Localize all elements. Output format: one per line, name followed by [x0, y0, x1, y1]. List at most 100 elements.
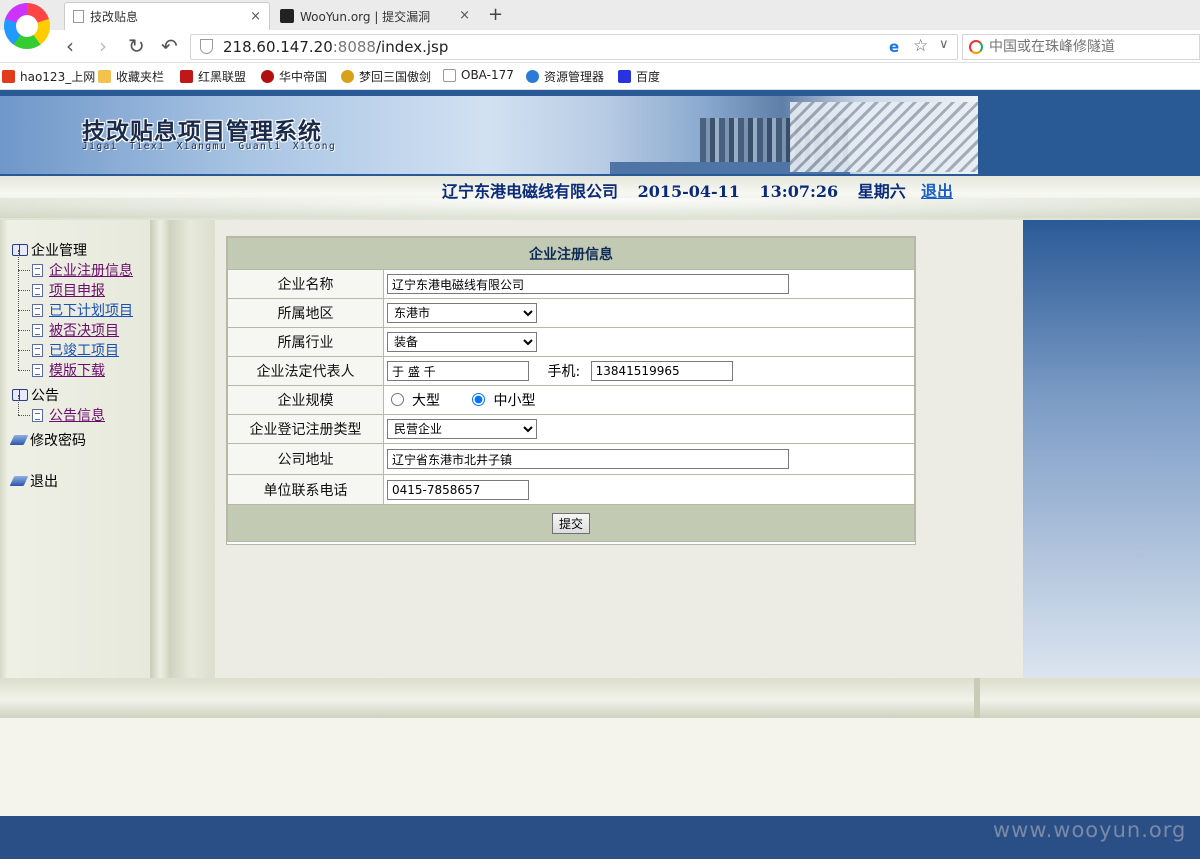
- form-table: 企业注册信息 企业名称 所属地区 东港市 所属行业 装备 企业法定代表人 手机:: [227, 237, 915, 542]
- company-registration-form: 企业注册信息 企业名称 所属地区 东港市 所属行业 装备 企业法定代表人 手机:: [226, 236, 916, 545]
- search-icon: [969, 40, 983, 54]
- forward-icon[interactable]: ›: [99, 34, 107, 58]
- page-icon: [443, 68, 456, 82]
- logout-icon: [9, 476, 29, 486]
- scale-large-radio[interactable]: [391, 393, 404, 407]
- scale-small-radio[interactable]: [472, 393, 486, 407]
- header-logout-link[interactable]: 退出: [921, 178, 953, 202]
- user-info: 辽宁东港电磁线有限公司 2015-04-11 13:07:26 星期六: [442, 178, 920, 202]
- page-icon: [32, 408, 43, 422]
- current-date: 2015-04-11: [637, 182, 740, 201]
- page-icon: [32, 323, 43, 337]
- menu-group-company-header[interactable]: 企业管理: [12, 240, 133, 260]
- bookmark-baidu[interactable]: 百度: [618, 68, 660, 85]
- form-row-industry: 所属行业 装备: [227, 327, 915, 357]
- chevron-down-icon[interactable]: ∨: [939, 37, 949, 52]
- address-bar[interactable]: 218.60.147.20:8088/index.jsp e ☆ ∨: [190, 34, 958, 60]
- bookmark-honghei[interactable]: 红黑联盟: [180, 68, 246, 85]
- page-icon: [32, 263, 43, 277]
- tab-title: 技改贴息: [90, 10, 139, 24]
- phone-input[interactable]: [387, 479, 529, 500]
- footer-band: [0, 678, 1200, 718]
- address-input[interactable]: [387, 449, 789, 469]
- tab-title: WooYun.org | 提交漏洞: [300, 9, 431, 24]
- scale-small-option[interactable]: 中小型: [472, 390, 535, 410]
- header-banner: 技改贴息项目管理系统 Jigai Tiexi Xiangmu Guanli Xi…: [0, 96, 978, 174]
- label-company-name: 企业名称: [227, 269, 384, 299]
- bookmark-explorer[interactable]: 资源管理器: [526, 68, 604, 85]
- mobile-input[interactable]: [590, 361, 733, 381]
- new-tab-icon[interactable]: +: [488, 4, 503, 25]
- sidebar-item-notice-info[interactable]: 公告信息: [18, 395, 133, 425]
- hand-icon: [261, 70, 274, 83]
- url-text[interactable]: 218.60.147.20:8088/index.jsp: [223, 38, 448, 56]
- sidebar-item-change-password[interactable]: 修改密码: [9, 430, 133, 450]
- page-icon: [32, 343, 43, 357]
- sidebar-item-completed-projects[interactable]: 已竣工项目: [18, 330, 133, 360]
- label-region: 所属地区: [227, 298, 384, 328]
- form-row-name: 企业名称: [227, 269, 915, 299]
- label-scale: 企业规模: [227, 385, 384, 415]
- close-icon[interactable]: ×: [459, 8, 470, 23]
- current-time: 13:07:26: [759, 182, 839, 201]
- form-row-phone: 单位联系电话: [227, 474, 915, 505]
- book-icon: [12, 244, 28, 256]
- banner-stadium-image: [790, 102, 978, 172]
- back-icon[interactable]: ‹: [66, 34, 74, 58]
- bookmark-oba[interactable]: OBA-177: [443, 68, 514, 82]
- reg-type-select[interactable]: 民营企业: [387, 419, 537, 439]
- form-row-address: 公司地址: [227, 443, 915, 475]
- page-icon: [32, 363, 43, 377]
- label-address: 公司地址: [227, 443, 384, 475]
- browser-logo-icon[interactable]: [4, 3, 50, 49]
- web-page: 技改贴息项目管理系统 Jigai Tiexi Xiangmu Guanli Xi…: [0, 90, 1200, 859]
- browser-tab-wooyun[interactable]: WooYun.org | 提交漏洞 ×: [272, 2, 478, 30]
- sidebar-item-planned-projects[interactable]: 已下计划项目: [18, 290, 133, 320]
- company-name-input[interactable]: [387, 274, 789, 294]
- bookmark-favorites[interactable]: 收藏夹栏: [98, 68, 164, 85]
- sidebar-item-rejected-projects[interactable]: 被否决项目: [18, 310, 133, 340]
- bookmark-menghui[interactable]: 梦回三国傲剑: [341, 68, 431, 85]
- browser-tab-active[interactable]: 技改贴息 ×: [64, 2, 270, 30]
- legal-rep-input[interactable]: [387, 361, 529, 381]
- undo-icon[interactable]: ↶: [161, 34, 178, 58]
- page-icon: [73, 10, 84, 23]
- scale-large-option[interactable]: 大型: [391, 390, 440, 410]
- folder-icon: [98, 70, 111, 83]
- search-box[interactable]: [962, 34, 1200, 60]
- ie-mode-icon[interactable]: e: [889, 38, 899, 56]
- company-name: 辽宁东港电磁线有限公司: [442, 182, 619, 201]
- page-icon: [32, 303, 43, 317]
- sidebar-item-company-info[interactable]: 企业注册信息: [18, 250, 133, 280]
- label-legal-rep: 企业法定代表人: [227, 356, 384, 386]
- hao123-icon: [2, 70, 15, 83]
- region-select[interactable]: 东港市: [387, 303, 537, 323]
- menu-group-notice-header[interactable]: 公告: [12, 385, 133, 405]
- sidebar-menu: 企业管理 企业注册信息 项目申报 已下计划项目 被否决项目 已竣工项目 模版下载…: [9, 240, 133, 491]
- bookmarks-bar: hao123_上网 收藏夹栏 红黑联盟 华中帝国 梦回三国傲剑 OBA-177 …: [0, 63, 1200, 90]
- wooyun-icon: [280, 9, 294, 23]
- label-mobile: 手机:: [547, 364, 581, 380]
- search-input[interactable]: [989, 37, 1195, 57]
- menu-group-notice: 公告 公告信息: [12, 385, 133, 425]
- industry-select[interactable]: 装备: [387, 332, 537, 352]
- reload-icon[interactable]: ↻: [128, 34, 145, 58]
- browser-navbar: ‹ › ↻ ↶ 218.60.147.20:8088/index.jsp e ☆…: [0, 30, 1200, 63]
- sidebar-item-project-apply[interactable]: 项目申报: [18, 270, 133, 300]
- bookmark-huazhong[interactable]: 华中帝国: [261, 68, 327, 85]
- browser-tab-bar: 技改贴息 × WooYun.org | 提交漏洞 × +: [0, 0, 1200, 49]
- form-footer: 提交: [227, 504, 915, 542]
- sidebar-item-template-download[interactable]: 模版下载: [18, 350, 133, 380]
- shield-icon: [180, 70, 193, 83]
- sidebar-item-logout[interactable]: 退出: [9, 471, 133, 491]
- form-row-region: 所属地区 东港市: [227, 298, 915, 328]
- form-title: 企业注册信息: [227, 237, 915, 270]
- star-icon[interactable]: ☆: [913, 36, 928, 56]
- submit-button[interactable]: 提交: [551, 512, 590, 534]
- close-icon[interactable]: ×: [250, 9, 261, 24]
- bookmark-hao123[interactable]: hao123_上网: [2, 68, 95, 85]
- weekday: 星期六: [857, 182, 906, 201]
- explorer-icon: [526, 70, 539, 83]
- label-phone: 单位联系电话: [227, 474, 384, 505]
- game-icon: [341, 70, 354, 83]
